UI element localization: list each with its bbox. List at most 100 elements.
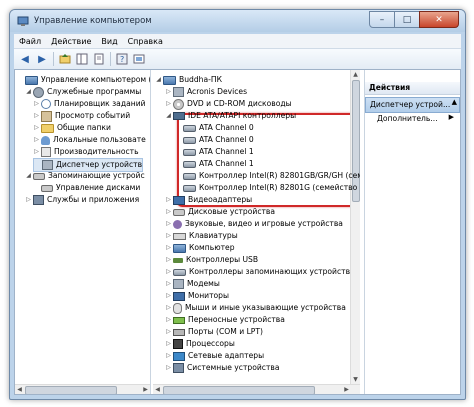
device-item[interactable]: ▷ Дисковые устройства — [165, 206, 275, 218]
computer-management-icon — [17, 15, 29, 27]
device-item[interactable]: Контроллер Intel(R) 82801GB/GR/GH (сем — [175, 170, 360, 182]
device-item[interactable]: ◢ IDE ATA/ATAPI контроллеры — [165, 110, 296, 122]
device-item[interactable]: ▷ Звуковые, видео и игровые устройства — [165, 218, 343, 230]
expand-toggle-icon[interactable]: ▷ — [165, 86, 172, 98]
actions-more-link[interactable]: Дополнитель... — [377, 113, 438, 125]
device-item[interactable]: ▷ Мыши и иные указывающие устройства — [165, 302, 346, 314]
expand-toggle-icon[interactable]: ▷ — [33, 110, 40, 122]
device-item[interactable]: ▷ Процессоры — [165, 338, 235, 350]
device-label: Модемы — [187, 279, 220, 288]
device-item[interactable]: ▷ Системные устройства — [165, 362, 280, 374]
console-tree-item[interactable]: ◢ Запоминающие устройс — [25, 170, 144, 182]
device-item[interactable]: ▷ Компьютер — [165, 242, 235, 254]
device-item[interactable]: ▷ Порты (COM и LPT) — [165, 326, 263, 338]
console-tree-item[interactable]: ▷ Локальные пользовате — [33, 134, 146, 146]
console-tree-item[interactable]: ▷ Просмотр событий — [33, 110, 130, 122]
expand-toggle-icon[interactable]: ▷ — [165, 362, 172, 374]
collapse-arrow-icon[interactable]: ▲ — [452, 98, 457, 106]
maximize-button[interactable]: □ — [394, 11, 420, 28]
expand-toggle-icon[interactable]: ▷ — [165, 254, 172, 266]
scroll-thumb[interactable] — [25, 386, 117, 394]
submenu-arrow-icon: ▶ — [448, 113, 454, 121]
expand-toggle-icon[interactable]: ▷ — [165, 218, 172, 230]
console-tree-item[interactable]: ▷ Производительность — [33, 146, 139, 158]
expand-toggle-icon[interactable]: ▷ — [165, 350, 172, 362]
menu-view[interactable]: Вид — [96, 37, 122, 46]
menu-file[interactable]: Файл — [14, 37, 46, 46]
view-icon[interactable] — [132, 52, 146, 66]
device-item[interactable]: ATA Channel 0 — [175, 122, 254, 134]
menu-help[interactable]: Справка — [123, 37, 168, 46]
title-bar[interactable]: Управление компьютером – □ ✕ — [10, 10, 465, 32]
device-item[interactable]: ATA Channel 1 — [175, 158, 254, 170]
device-hscrollbar[interactable]: ◀ ▶ — [153, 384, 360, 394]
device-item[interactable]: ▷ Видеоадаптеры — [165, 194, 252, 206]
device-scrollbar[interactable]: ▲ ▼ — [350, 70, 360, 394]
menu-action[interactable]: Действие — [46, 37, 96, 46]
actions-pane: Действия Диспетчер устрой... ▲ Дополните… — [364, 70, 460, 394]
perf-icon — [41, 147, 51, 157]
actions-section-device-manager[interactable]: Диспетчер устрой... — [365, 97, 460, 113]
device-item[interactable]: ▷ Сетевые адаптеры — [165, 350, 264, 362]
device-item[interactable]: ATA Channel 1 — [175, 146, 254, 158]
console-tree-item[interactable]: ▷ Службы и приложения — [25, 194, 139, 206]
device-item[interactable]: ▷ Модемы — [165, 278, 220, 290]
close-button[interactable]: ✕ — [419, 11, 459, 28]
device-item[interactable]: ▷ Контроллеры запоминающих устройств — [165, 266, 350, 278]
scroll-left-arrow[interactable]: ◀ — [15, 385, 24, 394]
expand-toggle-icon[interactable]: ▷ — [165, 278, 172, 290]
forward-icon[interactable]: ▶ — [35, 52, 49, 66]
pc-icon — [163, 75, 176, 85]
help-icon[interactable]: ? — [115, 52, 129, 66]
expand-toggle-icon[interactable]: ▷ — [33, 146, 40, 158]
console-tree-item[interactable]: Управление компьютером (л — [17, 74, 150, 86]
expand-toggle-icon[interactable]: ◢ — [25, 86, 32, 98]
scroll-down-arrow[interactable]: ▼ — [351, 375, 360, 384]
scroll-right-arrow[interactable]: ▶ — [342, 385, 351, 394]
usb-icon — [173, 257, 183, 263]
expand-toggle-icon[interactable]: ◢ — [25, 170, 32, 182]
console-tree-item[interactable]: ▷ Общие папки — [33, 122, 111, 134]
device-item[interactable]: ▷ DVD и CD-ROM дисководы — [165, 98, 292, 110]
show-tree-icon[interactable] — [75, 52, 89, 66]
expand-toggle-icon[interactable]: ▷ — [33, 134, 40, 146]
scroll-right-arrow[interactable]: ▶ — [141, 385, 150, 394]
expand-toggle-icon[interactable]: ◢ — [165, 110, 172, 122]
expand-toggle-icon[interactable]: ▷ — [25, 194, 32, 206]
expand-toggle-icon[interactable]: ▷ — [165, 242, 172, 254]
expand-toggle-icon[interactable]: ▷ — [165, 302, 172, 314]
device-item[interactable]: ◢ Buddha-ПК — [155, 74, 222, 86]
svg-text:?: ? — [120, 55, 124, 64]
expand-toggle-icon[interactable]: ▷ — [165, 338, 172, 350]
scroll-up-arrow[interactable]: ▲ — [351, 70, 360, 79]
device-item[interactable]: Контроллер Intel(R) 82801G (семейство — [175, 182, 357, 194]
console-tree-item[interactable]: ▷ Планировщик заданий — [33, 98, 146, 110]
device-label: Процессоры — [186, 339, 235, 348]
console-tree-item[interactable]: ◢ Служебные программы — [25, 86, 141, 98]
console-tree-item[interactable]: Управление дисками — [33, 182, 140, 194]
expand-toggle-icon[interactable]: ▷ — [165, 266, 172, 278]
minimize-button[interactable]: – — [369, 11, 395, 28]
expand-toggle-icon[interactable]: ▷ — [165, 314, 172, 326]
device-item[interactable]: ▷ Клавиатуры — [165, 230, 238, 242]
expand-toggle-icon[interactable]: ▷ — [165, 326, 172, 338]
left-hscrollbar[interactable]: ◀ ▶ — [15, 384, 150, 394]
expand-toggle-icon[interactable]: ▷ — [165, 230, 172, 242]
device-item[interactable]: ▷ Acronis Devices — [165, 86, 247, 98]
expand-toggle-icon[interactable]: ◢ — [155, 74, 162, 86]
expand-toggle-icon[interactable]: ▷ — [165, 290, 172, 302]
up-icon[interactable] — [58, 52, 72, 66]
scroll-thumb[interactable] — [163, 386, 315, 394]
device-item[interactable]: ▷ Контроллеры USB — [165, 254, 258, 266]
device-item[interactable]: ▷ Переносные устройства — [165, 314, 285, 326]
expand-toggle-icon[interactable]: ▷ — [33, 98, 40, 110]
scroll-left-arrow[interactable]: ◀ — [153, 385, 162, 394]
device-item[interactable]: ATA Channel 0 — [175, 134, 254, 146]
back-icon[interactable]: ◀ — [18, 52, 32, 66]
properties-icon[interactable] — [92, 52, 106, 66]
expand-toggle-icon[interactable]: ▷ — [165, 98, 172, 110]
expand-toggle-icon[interactable]: ▷ — [165, 194, 172, 206]
expand-toggle-icon[interactable]: ▷ — [33, 122, 40, 134]
device-item[interactable]: ▷ Мониторы — [165, 290, 229, 302]
expand-toggle-icon[interactable]: ▷ — [165, 206, 172, 218]
